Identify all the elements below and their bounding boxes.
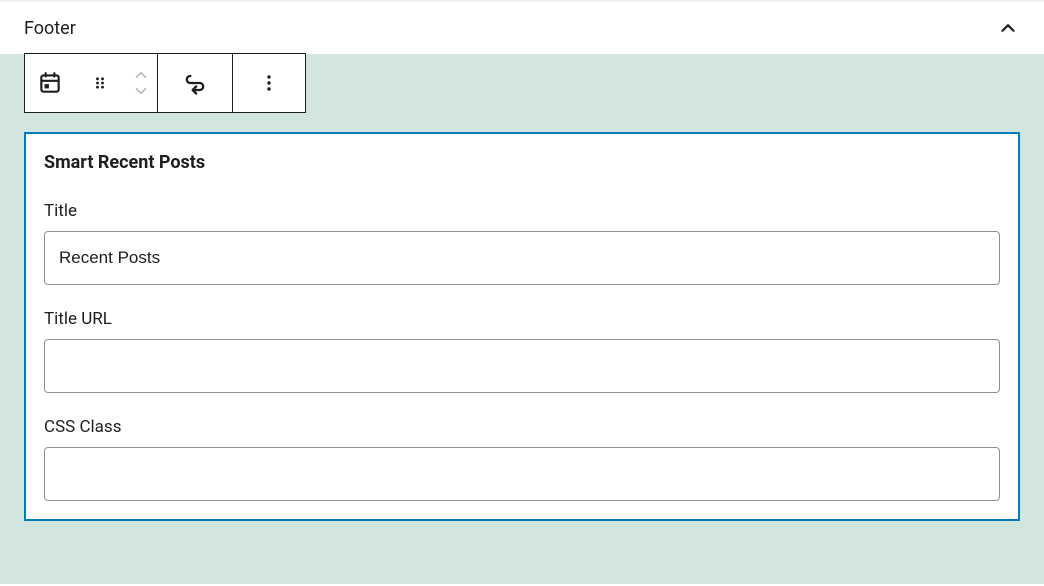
field-css-class: CSS Class [44, 417, 1000, 501]
move-down-button[interactable] [132, 85, 150, 97]
chevron-down-small-icon [132, 85, 150, 97]
block-toolbar [24, 53, 306, 113]
panel-title: Footer [24, 18, 76, 39]
more-options-button[interactable] [233, 54, 305, 112]
chevron-up-icon [997, 17, 1019, 39]
collapse-toggle[interactable] [996, 16, 1020, 40]
block-movers [125, 54, 157, 112]
calendar-icon [37, 70, 63, 96]
move-up-button[interactable] [132, 69, 150, 81]
toolbar-group-tools [158, 54, 233, 112]
block-type-button[interactable] [25, 54, 75, 112]
field-title: Title [44, 201, 1000, 285]
more-vertical-icon [257, 71, 281, 95]
change-tool-button[interactable] [158, 54, 232, 112]
css-class-label: CSS Class [44, 417, 1000, 437]
toolbar-group-block [25, 54, 158, 112]
css-class-input[interactable] [44, 447, 1000, 501]
block-settings-panel: Smart Recent Posts Title Title URL CSS C… [24, 132, 1020, 521]
field-title-url: Title URL [44, 309, 1000, 393]
chevron-up-small-icon [132, 69, 150, 81]
toolbar-group-more [233, 54, 305, 112]
editor-area: Smart Recent Posts Title Title URL CSS C… [0, 54, 1044, 584]
title-url-label: Title URL [44, 309, 1000, 329]
block-heading: Smart Recent Posts [44, 152, 1000, 173]
drag-handle-icon [90, 73, 110, 93]
title-url-input[interactable] [44, 339, 1000, 393]
title-label: Title [44, 201, 1000, 221]
panel-header[interactable]: Footer [0, 2, 1044, 54]
drag-handle-button[interactable] [75, 54, 125, 112]
title-input[interactable] [44, 231, 1000, 285]
change-tool-icon [181, 69, 209, 97]
